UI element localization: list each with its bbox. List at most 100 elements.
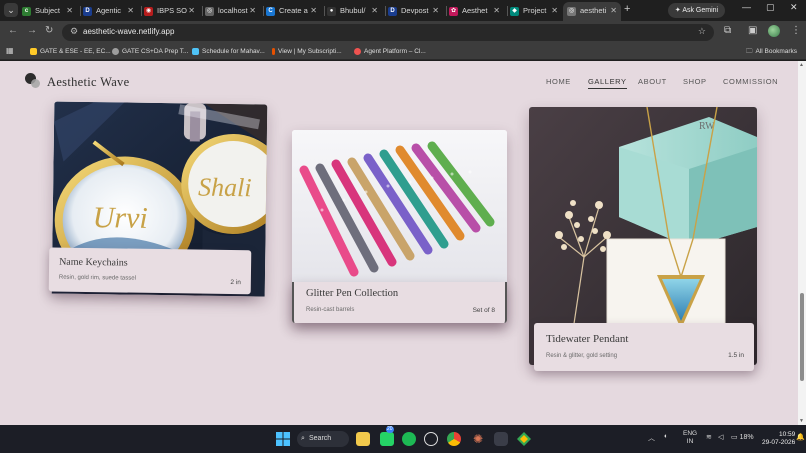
profile-avatar[interactable] [768,25,780,37]
tray-overflow-icon[interactable]: ︿ [648,433,655,443]
scrollbar-thumb[interactable] [800,293,804,381]
nav-about[interactable]: ABOUT [638,77,667,86]
nav-home[interactable]: HOME [546,77,571,86]
bookmark-item[interactable]: GATE & ESE - EE, EC... [30,46,111,58]
nav-commission[interactable]: COMMISSION [723,77,778,86]
tab-6[interactable]: D Devpost ✕ [388,2,443,20]
reload-icon[interactable]: ↻ [45,25,53,36]
close-icon[interactable]: ✕ [66,2,73,20]
forward-icon[interactable]: → [27,25,37,36]
bookmark-item[interactable]: Schedule for Mahav... [192,46,265,58]
site-logo-icon[interactable] [25,73,41,89]
tab-0[interactable]: c Subject ✕ [22,2,77,20]
file-explorer-icon[interactable] [356,432,370,446]
apps-grid-icon[interactable]: ▦ [6,46,14,55]
gemini-app-icon[interactable] [517,432,531,446]
all-bookmarks-button[interactable]: 🗀 All Bookmarks [746,46,797,58]
chrome-active-icon[interactable] [494,432,508,446]
card-title: Glitter Pen Collection [306,288,399,299]
tab-4[interactable]: C Create a ✕ [266,2,321,20]
close-icon[interactable]: ✕ [310,2,317,20]
whatsapp-badge: 20 [386,426,394,433]
language-indicator[interactable]: ENG IN [683,430,697,446]
address-bar[interactable]: ⚙ aesthetic-wave.netlify.app ☆ [62,24,714,41]
bookmark-item[interactable]: Agent Platform – Cl... [354,46,426,58]
taskbar-search[interactable]: ⌕ Search [297,431,349,447]
bookmark-favicon [112,47,119,55]
tab-label: localhost [218,6,248,15]
card-caption: Tidewater Pendant Resin & glitter, gold … [534,323,754,371]
close-icon[interactable]: ✕ [493,2,500,20]
bookmark-favicon [30,47,37,55]
tab-5[interactable]: ● Bhubul/ ✕ [327,2,382,20]
close-icon[interactable]: ✕ [432,2,439,20]
card-title: Tidewater Pendant [546,333,629,345]
gallery-card-pens[interactable]: Glitter Pen Collection Resin-cast barrel… [292,130,507,323]
chatgpt-icon[interactable] [424,432,438,446]
gallery-card-keychains[interactable]: Urvi Shali Name Keychains Resin, gold ri… [48,101,268,297]
tab-3[interactable]: ◎ localhost ✕ [205,2,260,20]
tab-2[interactable]: ◉ IBPS SO ✕ [144,2,199,20]
tab-separator [385,6,386,16]
site-info-icon[interactable]: ⚙ [70,26,78,37]
bookmark-item[interactable]: GATE CS+DA Prep T... [112,46,188,58]
clock-date: 29-07-2026 [762,439,796,446]
tab-separator [324,6,325,16]
start-icon[interactable] [276,432,290,446]
tab-separator [507,6,508,16]
copilot-tray-icon[interactable]: ◐ [664,433,668,440]
spotify-icon[interactable] [402,432,416,446]
menu-icon[interactable]: ⋮ [791,25,801,36]
scroll-up-icon[interactable]: ▲ [799,62,804,68]
gallery-card-pendant[interactable]: RW Tidewater Pendant Resin & glitter, go… [529,107,757,371]
tab-favicon: D [388,6,397,16]
tab-9-active[interactable]: ◎ aestheti ✕ [563,2,621,21]
claude-icon[interactable]: ✺ [471,432,485,446]
close-icon[interactable]: ✕ [127,2,134,20]
bookmark-star-icon[interactable]: ☆ [698,26,706,37]
tab-1[interactable]: D Agentic ✕ [83,2,138,20]
minimize-button[interactable]: — [742,2,751,12]
tab-8[interactable]: ◆ Project ✕ [510,2,562,20]
card-meta: Set of 8 [472,307,495,314]
close-icon[interactable]: ✕ [188,2,195,20]
tab-label: aestheti [580,6,607,15]
tab-7[interactable]: ✿ Aesthet ✕ [449,2,504,20]
keychain-name-urvi: Urvi [93,201,148,235]
nav-shop[interactable]: SHOP [683,77,707,86]
volume-icon[interactable]: ◁ [718,433,723,441]
chrome-icon[interactable] [447,432,461,446]
bookmark-label: Schedule for Mahav... [202,48,265,55]
site-brand[interactable]: Aesthetic Wave [47,75,129,90]
tab-favicon: ✿ [449,6,458,16]
clock-time: 10:59 [778,431,796,438]
folder-icon: 🗀 [746,48,753,55]
new-tab-button[interactable]: + [624,3,630,15]
wifi-icon[interactable]: ≋ [706,433,712,441]
taskbar-clock[interactable]: 10:59 29-07-2026 [762,431,795,447]
close-icon[interactable]: ✕ [249,2,256,20]
bookmark-item[interactable]: View | My Subscripti... [272,46,342,58]
battery-indicator[interactable]: ▭ 18% [731,433,754,441]
tab-groups-icon[interactable]: ▣ [748,25,757,36]
keychain-name-shali: Shali [198,173,252,203]
scroll-down-icon[interactable]: ▼ [799,418,804,424]
bookmark-label: Agent Platform – Cl... [364,48,426,55]
url-text[interactable]: aesthetic-wave.netlify.app [83,27,174,36]
tab-search-button[interactable]: ⌄ [4,3,18,17]
close-icon[interactable]: ✕ [610,2,617,20]
lang-line1: ENG [683,430,698,437]
extensions-icon[interactable]: ⧉ [724,25,731,36]
back-icon[interactable]: ← [8,25,18,36]
close-icon[interactable]: ✕ [551,2,558,20]
close-window-button[interactable]: ✕ [790,2,798,13]
close-icon[interactable]: ✕ [371,2,378,20]
notification-bell-icon[interactable]: 🔔 [796,433,805,441]
ask-gemini-button[interactable]: ✦ Ask Gemini [668,3,725,18]
nav-gallery[interactable]: GALLERY [588,77,627,89]
lang-line2: IN [686,438,694,445]
maximize-button[interactable]: ▢ [766,2,775,13]
page-scrollbar[interactable]: ▲ ▼ [798,61,806,425]
whatsapp-icon[interactable]: 20 [380,426,394,446]
tab-label: IBPS SO [157,6,188,15]
